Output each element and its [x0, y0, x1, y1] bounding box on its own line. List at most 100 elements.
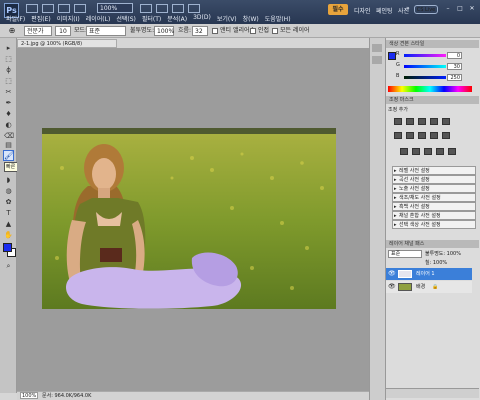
eye-icon[interactable]: 👁 — [388, 268, 396, 280]
tool-preset-icon[interactable]: ⊕ — [4, 26, 20, 36]
zoom-tool-icon[interactable] — [156, 4, 168, 13]
eraser-tool-icon[interactable]: ▤ — [4, 141, 13, 149]
layer-opacity[interactable]: 불투명도: 100% — [425, 250, 461, 257]
layer-name[interactable]: 레이어 1 — [416, 268, 435, 280]
posterize-icon[interactable] — [412, 148, 420, 155]
menu-help[interactable]: 도움말(H) — [265, 14, 291, 23]
move-tool-icon[interactable]: ▸ — [4, 44, 13, 52]
lasso-tool-icon[interactable]: ϕ — [4, 66, 13, 74]
healing-tool-icon[interactable]: ✒ — [4, 99, 13, 107]
layers-panel-tabs[interactable]: 레이어 채널 패스 — [386, 240, 479, 248]
menu-3d[interactable]: 3D(D) — [193, 14, 211, 23]
layer-name[interactable]: 배경 — [416, 281, 425, 293]
adjustment-preset-black-white[interactable]: 흑백 사전 설정 — [392, 202, 476, 211]
brush-tool-icon[interactable]: ♦ — [4, 110, 13, 118]
curves-icon[interactable] — [418, 118, 426, 125]
hue-saturation-icon[interactable] — [394, 132, 402, 139]
type-tool-icon[interactable]: T — [4, 209, 13, 217]
layer-row-selected[interactable]: 👁 레이어 1 — [386, 268, 472, 280]
menu-filter[interactable]: 필터(T) — [142, 14, 161, 23]
adjustments-panel-tabs[interactable]: 조정 마스크 — [386, 96, 479, 104]
brightness-contrast-icon[interactable] — [394, 118, 402, 125]
anti-alias-checkbox[interactable] — [212, 28, 218, 34]
blend-mode-select[interactable]: 표준 — [86, 26, 126, 36]
adjustment-preset-selective-color[interactable]: 선택 색상 사전 설정 — [392, 220, 476, 229]
channel-mixer-icon[interactable] — [442, 132, 450, 139]
exposure-icon[interactable] — [430, 118, 438, 125]
panel-icon[interactable] — [372, 44, 382, 52]
cs-live-button[interactable]: CS Live — [414, 5, 438, 14]
menu-window[interactable]: 창(W) — [243, 14, 259, 23]
brush-size-picker[interactable]: 10 — [55, 26, 71, 36]
maximize-button[interactable]: □ — [456, 5, 464, 13]
black-white-icon[interactable] — [418, 132, 426, 139]
arrange-documents-icon[interactable] — [74, 4, 86, 13]
panel-icon[interactable] — [372, 56, 382, 64]
all-layers-checkbox[interactable] — [272, 28, 278, 34]
gradient-map-icon[interactable] — [436, 148, 444, 155]
bridge-icon[interactable] — [26, 4, 38, 13]
adjustment-preset-exposure[interactable]: 노출 사전 설정 — [392, 184, 476, 193]
eye-icon[interactable]: 👁 — [388, 281, 396, 293]
green-slider[interactable] — [404, 65, 446, 68]
menu-layer[interactable]: 레이어(L) — [86, 14, 111, 23]
blue-slider[interactable] — [404, 76, 446, 79]
photo-filter-icon[interactable] — [430, 132, 438, 139]
document-tab[interactable]: 2-1.jpg @ 100% (RGB/8) — [17, 39, 117, 48]
document-image[interactable] — [42, 128, 336, 309]
selective-color-icon[interactable] — [448, 148, 456, 155]
close-button[interactable]: ✕ — [468, 5, 476, 13]
minimize-button[interactable]: – — [444, 5, 452, 13]
view-extras-icon[interactable] — [58, 4, 70, 13]
history-brush-tool-icon[interactable]: ⌫ — [4, 132, 14, 140]
layer-row[interactable]: 👁 배경 🔒 — [386, 281, 472, 293]
status-zoom-field[interactable]: 100% — [20, 392, 38, 399]
adjustment-preset-channel-mixer[interactable]: 채널 혼합 사전 설정 — [392, 211, 476, 220]
workspace-more-button[interactable]: » — [406, 5, 410, 12]
workspace-design-button[interactable]: 디자인 — [354, 6, 371, 15]
invert-icon[interactable] — [400, 148, 408, 155]
gradient-tool-icon[interactable]: ◗ — [4, 176, 13, 184]
menu-edit[interactable]: 편집(E) — [31, 14, 51, 23]
green-value[interactable]: 30 — [447, 63, 462, 70]
tool-mode-select[interactable]: 전문가 — [24, 26, 52, 36]
vibrance-icon[interactable] — [442, 118, 450, 125]
menu-select[interactable]: 선택(S) — [116, 14, 136, 23]
workspace-painting-button[interactable]: 페인팅 — [376, 6, 393, 15]
menu-analysis[interactable]: 분석(A) — [167, 14, 187, 23]
foreground-color-swatch[interactable] — [3, 243, 12, 252]
quick-selection-tool-icon[interactable]: 🖌 — [3, 150, 14, 161]
menu-image[interactable]: 이미지(I) — [57, 14, 80, 23]
adjustment-preset-hue-saturation[interactable]: 색조/채도 사전 설정 — [392, 193, 476, 202]
opacity-field[interactable]: 100% — [154, 26, 174, 36]
hand-tool-icon[interactable] — [140, 4, 152, 13]
adjustment-preset-curves[interactable]: 곡선 사전 설정 — [392, 175, 476, 184]
mini-bridge-icon[interactable] — [42, 4, 54, 13]
red-value[interactable]: 0 — [447, 52, 462, 59]
marquee-tool-icon[interactable]: ⬚ — [4, 55, 13, 63]
menu-view[interactable]: 보기(V) — [217, 14, 237, 23]
layer-blend-mode-select[interactable]: 표준 — [388, 250, 422, 258]
layer-fill[interactable]: 칠: 100% — [425, 259, 447, 266]
color-panel-fg-swatch[interactable] — [388, 52, 396, 60]
adjustment-preset-levels[interactable]: 레벨 사전 설정 — [392, 166, 476, 175]
color-balance-icon[interactable] — [406, 132, 414, 139]
screen-mode-icon[interactable] — [188, 4, 200, 13]
rotate-view-icon[interactable] — [172, 4, 184, 13]
crop-tool-icon[interactable]: ⬚ — [4, 77, 13, 85]
menu-file[interactable]: 파일(F) — [6, 14, 25, 23]
workspace-essentials-button[interactable]: 필수 — [328, 4, 348, 15]
levels-icon[interactable] — [406, 118, 414, 125]
threshold-icon[interactable] — [424, 148, 432, 155]
hand-tool-icon[interactable]: ✋ — [4, 231, 13, 239]
blue-value[interactable]: 250 — [447, 74, 462, 81]
red-slider[interactable] — [404, 54, 446, 57]
clone-stamp-tool-icon[interactable]: ◐ — [4, 121, 13, 129]
flow-field[interactable]: 32 — [192, 26, 208, 36]
color-panel-tabs[interactable]: 색상 견본 스타일 — [386, 40, 479, 48]
zoom-level-select[interactable]: 100% — [97, 3, 133, 13]
path-selection-tool-icon[interactable]: ▲ — [4, 220, 13, 228]
eyedropper-tool-icon[interactable]: ✂ — [4, 88, 13, 96]
pen-tool-icon[interactable]: ✿ — [4, 198, 13, 206]
contiguous-checkbox[interactable] — [250, 28, 256, 34]
